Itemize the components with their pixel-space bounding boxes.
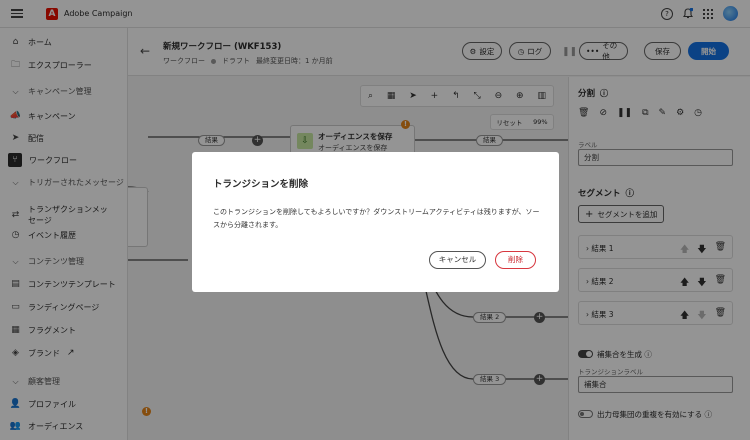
cancel-button[interactable]: キャンセル xyxy=(429,251,486,269)
dialog-body: このトランジションを削除してもよろしいですか？ダウンストリームアクティビティは残… xyxy=(213,208,540,229)
delete-transition-dialog: トランジションを削除 このトランジションを削除してもよろしいですか？ダウンストリ… xyxy=(192,152,559,292)
dialog-title: トランジションを削除 xyxy=(213,179,309,190)
delete-button[interactable]: 削除 xyxy=(495,251,536,269)
